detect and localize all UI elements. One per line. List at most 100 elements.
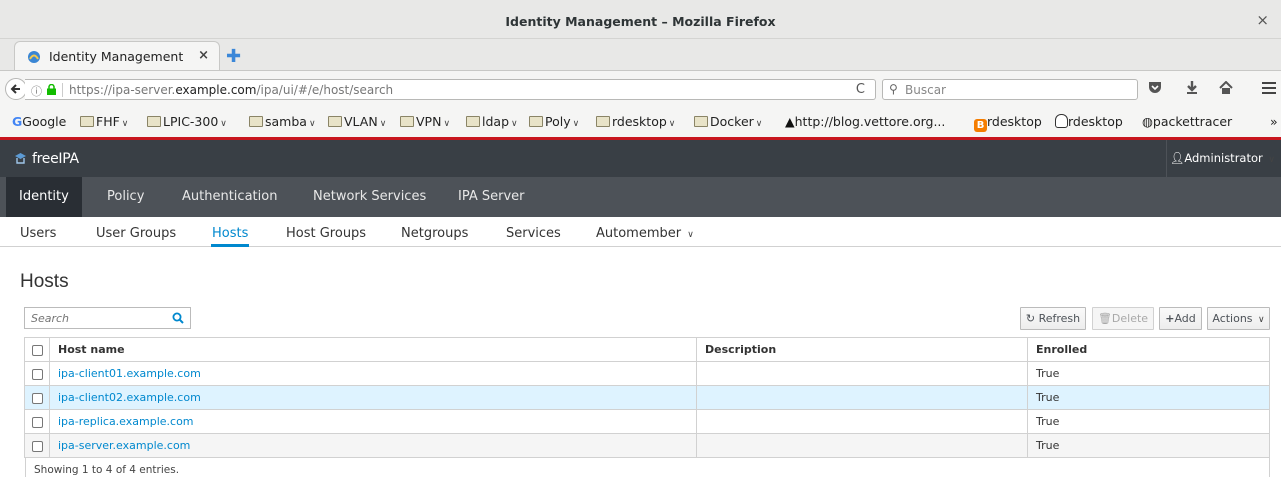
host-link[interactable]: ipa-client02.example.com	[58, 391, 201, 404]
chevron-down-icon: ∨	[511, 119, 518, 129]
subnav-hosts[interactable]: Hosts	[212, 226, 248, 241]
sub-navigation: Users User Groups Hosts Host Groups Netg…	[0, 217, 1281, 247]
enrolled-cell: True	[1027, 361, 1270, 386]
table-footer-summary: Showing 1 to 4 of 4 entries.	[25, 458, 1270, 477]
table-header-row: Host name Description Enrolled	[24, 337, 1270, 362]
bookmark-folder-fhf[interactable]: FHF ∨	[80, 114, 128, 129]
bookmark-google[interactable]: GGoogle	[12, 114, 66, 129]
actions-dropdown[interactable]: Actions ∨	[1207, 307, 1270, 330]
bookmark-folder-docker[interactable]: Docker ∨	[694, 114, 762, 129]
bookmark-folder-lpic[interactable]: LPIC-300 ∨	[147, 114, 227, 129]
bookmark-folder-vlan[interactable]: VLAN ∨	[328, 114, 386, 129]
reload-icon[interactable]: C	[856, 82, 865, 97]
table-row[interactable]: ipa-server.example.com True	[24, 433, 1270, 458]
bookmark-packettracer[interactable]: ◍packettracer	[1142, 114, 1232, 129]
bookmarks-overflow-icon[interactable]: »	[1270, 114, 1278, 129]
download-icon[interactable]	[1186, 80, 1198, 98]
nav-authentication[interactable]: Authentication	[182, 189, 277, 204]
subnav-users[interactable]: Users	[20, 226, 56, 241]
search-icon	[172, 312, 184, 324]
folder-icon	[466, 116, 480, 127]
pocket-icon[interactable]	[1148, 80, 1162, 98]
chevron-down-icon: ∨	[308, 119, 316, 129]
nav-identity[interactable]: Identity	[6, 177, 82, 217]
chevron-down-icon: ∨	[572, 119, 580, 129]
bookmark-rdesktop-linux[interactable]: rdesktop	[1055, 114, 1123, 129]
table-row[interactable]: ipa-replica.example.com True	[24, 409, 1270, 434]
window-close-icon[interactable]: ×	[1256, 11, 1269, 29]
freeipa-logo[interactable]: freeIPA	[32, 151, 79, 167]
folder-icon	[529, 116, 543, 127]
main-navigation: Identity Policy Authentication Network S…	[0, 177, 1281, 217]
nav-toolbar: ⓘ https://ipa-server.example.com/ipa/ui/…	[0, 70, 1281, 104]
chevron-down-icon: ∨	[1258, 315, 1265, 325]
trash-icon: 🗑︎	[1097, 312, 1112, 325]
row-checkbox[interactable]	[31, 392, 43, 404]
subnav-host-groups[interactable]: Host Groups	[286, 226, 366, 241]
description-cell	[696, 385, 1028, 410]
subnav-automember[interactable]: Automember ∨	[596, 226, 694, 241]
folder-icon	[249, 116, 263, 127]
page-title: Hosts	[20, 271, 69, 292]
column-header-host-name[interactable]: Host name	[49, 337, 697, 362]
url-text[interactable]: https://ipa-server.example.com/ipa/ui/#/…	[69, 83, 393, 97]
delete-button[interactable]: 🗑︎Delete	[1092, 307, 1154, 330]
refresh-button[interactable]: ↻ Refresh	[1020, 307, 1086, 330]
search-button[interactable]	[166, 308, 190, 328]
add-button[interactable]: +Add	[1159, 307, 1202, 330]
chevron-down-icon: ∨	[121, 119, 129, 129]
bookmark-blog-vettore[interactable]: ▲http://blog.vettore.org...	[785, 114, 945, 129]
row-checkbox[interactable]	[31, 416, 43, 428]
search-icon: ⚲	[889, 82, 898, 96]
row-checkbox[interactable]	[31, 440, 43, 452]
lock-icon	[47, 84, 56, 95]
host-search-input[interactable]	[25, 308, 165, 328]
table-row[interactable]: ipa-client01.example.com True	[24, 361, 1270, 386]
chevron-down-icon: ∨	[687, 230, 694, 240]
select-all-cell	[24, 337, 50, 362]
bookmark-rdesktop-blogger[interactable]: Brdesktop	[974, 114, 1042, 132]
hosts-table: Host name Description Enrolled ipa-clien…	[24, 337, 1270, 458]
back-arrow-icon	[10, 84, 20, 94]
chevron-down-icon: ∨	[220, 119, 227, 129]
table-row[interactable]: ipa-client02.example.com True	[24, 385, 1270, 410]
back-button[interactable]	[5, 78, 27, 100]
host-link[interactable]: ipa-replica.example.com	[58, 415, 194, 428]
bookmark-folder-samba[interactable]: samba ∨	[249, 114, 316, 129]
row-checkbox[interactable]	[31, 368, 43, 380]
subnav-services[interactable]: Services	[506, 226, 561, 241]
tab-close-icon[interactable]: ×	[198, 48, 209, 63]
folder-icon	[596, 116, 610, 127]
new-tab-icon[interactable]: ✚	[226, 46, 241, 67]
host-link[interactable]: ipa-server.example.com	[58, 439, 190, 452]
google-icon: G	[12, 114, 23, 129]
nav-policy[interactable]: Policy	[107, 189, 144, 204]
subnav-user-groups[interactable]: User Groups	[96, 226, 176, 241]
chevron-down-icon: ∨	[379, 119, 387, 129]
home-icon[interactable]	[1219, 80, 1233, 98]
column-header-description[interactable]: Description	[696, 337, 1028, 362]
nav-network-services[interactable]: Network Services	[313, 189, 426, 204]
subnav-netgroups[interactable]: Netgroups	[401, 226, 468, 241]
site-icon: ▲	[785, 114, 795, 129]
bookmark-folder-ldap[interactable]: ldap ∨	[466, 114, 518, 129]
column-header-enrolled[interactable]: Enrolled	[1027, 337, 1270, 362]
bookmark-folder-rdesktop[interactable]: rdesktop ∨	[596, 114, 675, 129]
user-menu[interactable]: 👤︎Administrator ∨	[1170, 151, 1275, 165]
freeipa-favicon-icon	[28, 51, 40, 63]
nav-ipa-server[interactable]: IPA Server	[458, 189, 525, 204]
freeipa-header: freeIPA 👤︎Administrator ∨	[0, 140, 1281, 177]
chevron-down-icon: ∨	[1268, 155, 1275, 165]
tab-label: Identity Management	[49, 49, 184, 64]
url-bar[interactable]: ⓘ https://ipa-server.example.com/ipa/ui/…	[25, 79, 876, 100]
browser-tab[interactable]: Identity Management ×	[14, 41, 220, 71]
info-icon[interactable]: ⓘ	[31, 83, 42, 99]
bookmark-folder-vpn[interactable]: VPN ∨	[400, 114, 450, 129]
bookmark-folder-poly[interactable]: Poly ∨	[529, 114, 579, 129]
window-title: Identity Management – Mozilla Firefox	[505, 14, 776, 29]
browser-search-bar[interactable]: ⚲ Buscar	[882, 79, 1138, 100]
host-link[interactable]: ipa-client01.example.com	[58, 367, 201, 380]
refresh-icon: ↻	[1025, 312, 1036, 325]
menu-icon[interactable]	[1262, 80, 1276, 98]
select-all-checkbox[interactable]	[31, 344, 43, 356]
